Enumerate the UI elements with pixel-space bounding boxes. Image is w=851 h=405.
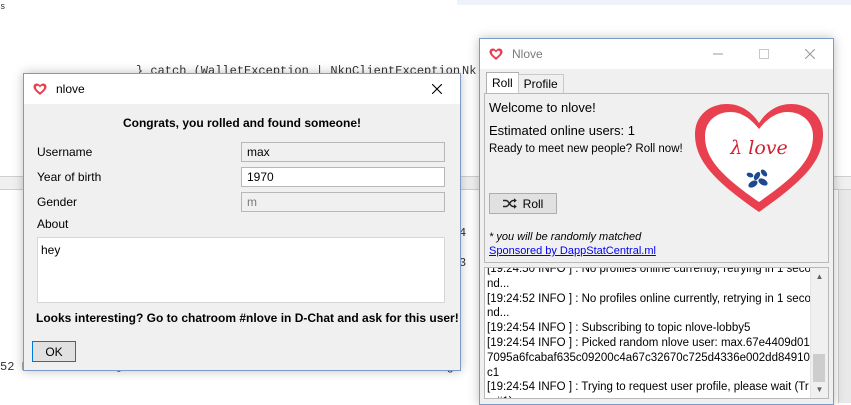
minimize-button[interactable] bbox=[695, 39, 741, 69]
main-titlebar[interactable]: Nlove bbox=[480, 39, 833, 69]
log-line: [19:24:50 INFO ] : No profiles online cu… bbox=[487, 267, 811, 290]
dialog-title: nlove bbox=[56, 82, 85, 96]
dialog-heading: Congrats, you rolled and found someone! bbox=[122, 116, 361, 130]
roll-panel: Welcome to nlove! Estimated online users… bbox=[484, 93, 829, 263]
close-icon bbox=[805, 49, 815, 59]
dialog-titlebar[interactable]: nlove bbox=[24, 74, 460, 104]
about-textarea[interactable]: hey bbox=[37, 237, 445, 303]
minimize-icon bbox=[713, 53, 723, 55]
log-line: [19:24:52 INFO ] : No profiles online cu… bbox=[487, 292, 811, 320]
logo-text: λ love bbox=[730, 137, 788, 159]
log-line: [19:24:54 INFO ] : Subscribing to topic … bbox=[487, 322, 751, 335]
log-line: [19:24:54 INFO ] : Picked random nlove u… bbox=[487, 336, 810, 379]
tab-profile[interactable]: Profile bbox=[517, 74, 564, 93]
random-match-note: * you will be randomly matched bbox=[489, 231, 642, 243]
birth-year-field[interactable]: 1970 bbox=[241, 167, 445, 187]
username-label: Username bbox=[37, 145, 93, 159]
nlove-main-window: Nlove Roll Profile Welcome to nlove! Est… bbox=[479, 38, 834, 405]
maximize-button[interactable] bbox=[741, 39, 787, 69]
background-toolbar-strip bbox=[459, 176, 479, 190]
main-title: Nlove bbox=[512, 47, 543, 61]
background-toolbar-strip bbox=[0, 176, 23, 190]
shuffle-icon bbox=[502, 198, 517, 209]
gender-label: Gender bbox=[37, 195, 78, 209]
background-highlight bbox=[457, 0, 851, 5]
gender-field[interactable]: m bbox=[241, 192, 445, 212]
main-close-button[interactable] bbox=[787, 39, 833, 69]
roll-button-label: Roll bbox=[522, 196, 544, 211]
match-dialog: nlove Congrats, you rolled and found som… bbox=[23, 73, 461, 371]
online-users-text: Estimated online users: 1 bbox=[489, 123, 635, 138]
dialog-close-button[interactable] bbox=[414, 74, 460, 104]
about-label: About bbox=[37, 217, 69, 231]
tab-bar: Roll Profile bbox=[486, 72, 564, 93]
background-fragment: s bbox=[0, 2, 6, 12]
scroll-up-icon[interactable]: ▲ bbox=[811, 268, 828, 285]
sponsor-link[interactable]: Sponsored by DappStatCentral.ml bbox=[489, 245, 656, 257]
nlove-logo: λ love bbox=[693, 102, 825, 214]
username-field[interactable]: max bbox=[241, 142, 445, 162]
birth-year-label: Year of birth bbox=[37, 170, 102, 184]
background-scrollbar bbox=[838, 190, 851, 403]
background-toolbar-strip bbox=[832, 176, 851, 190]
welcome-text: Welcome to nlove! bbox=[489, 100, 596, 115]
ready-text: Ready to meet new people? Roll now! bbox=[489, 143, 683, 155]
scroll-thumb[interactable] bbox=[813, 354, 825, 382]
heart-icon bbox=[32, 81, 48, 97]
log-scrollbar[interactable]: ▲ ▼ bbox=[810, 268, 828, 398]
dialog-footer-text: Looks interesting? Go to chatroom #nlove… bbox=[36, 311, 459, 325]
maximize-icon bbox=[759, 49, 769, 59]
scroll-down-icon[interactable]: ▼ bbox=[811, 381, 828, 398]
roll-button[interactable]: Roll bbox=[489, 193, 557, 214]
tab-roll[interactable]: Roll bbox=[486, 72, 519, 93]
log-line: [19:24:54 INFO ] : Trying to request use… bbox=[487, 381, 809, 398]
ok-button[interactable]: OK bbox=[32, 341, 76, 362]
heart-icon bbox=[488, 46, 504, 62]
close-icon bbox=[432, 84, 442, 94]
log-lines: [19:24:50 INFO ] : No profiles online cu… bbox=[487, 267, 813, 398]
log-output[interactable]: [19:24:50 INFO ] : No profiles online cu… bbox=[484, 267, 829, 399]
background-code-tail: Nk bbox=[462, 64, 477, 78]
